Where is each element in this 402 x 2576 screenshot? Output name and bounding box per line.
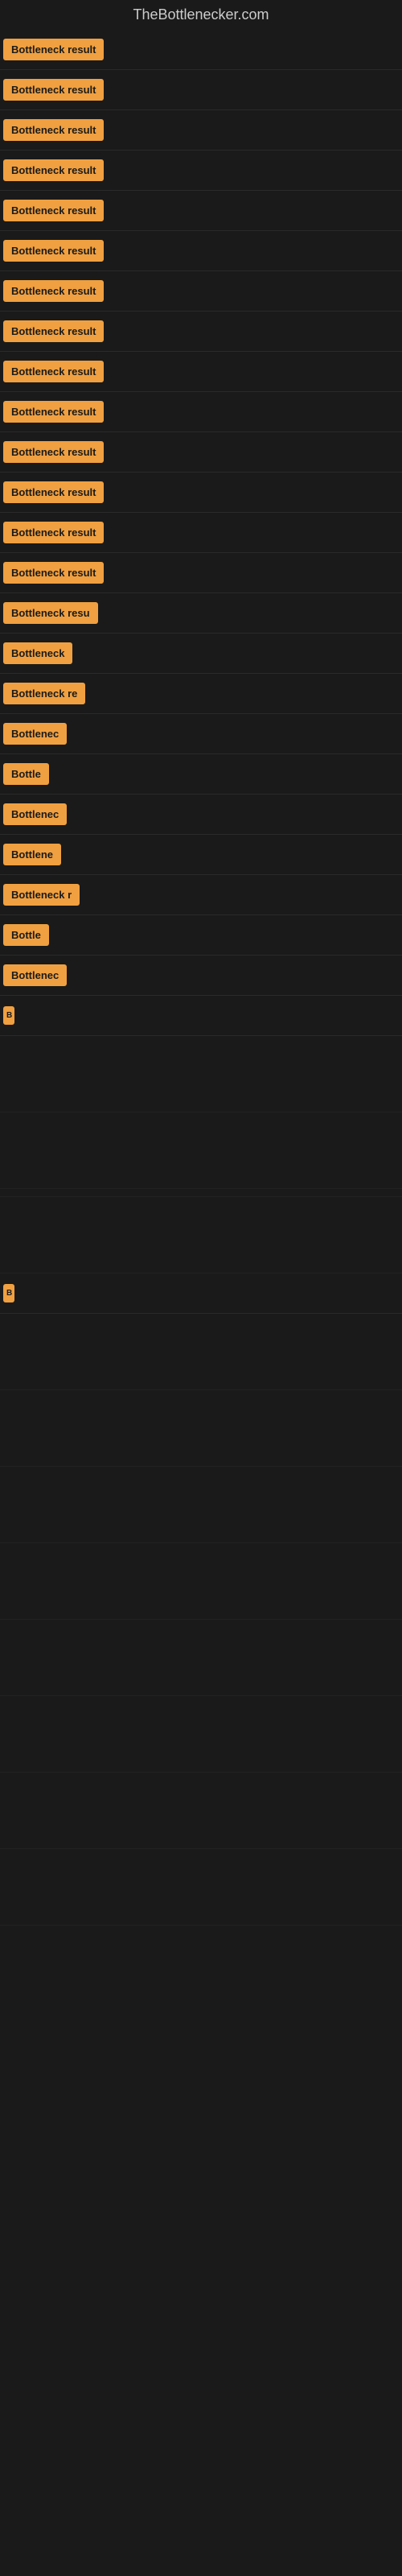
table-row: Bottleneck result <box>0 30 402 70</box>
bottleneck-badge[interactable]: B <box>3 1284 14 1302</box>
bottleneck-badge[interactable]: Bottleneck result <box>3 119 104 141</box>
bottleneck-badge[interactable]: Bottleneck <box>3 642 72 664</box>
table-row: Bottleneck result <box>0 432 402 473</box>
table-row: Bottleneck result <box>0 352 402 392</box>
bottleneck-badge[interactable]: Bottlenec <box>3 964 67 986</box>
bottleneck-badge[interactable]: Bottleneck result <box>3 240 104 262</box>
bottleneck-badge[interactable]: Bottleneck result <box>3 562 104 584</box>
bottleneck-badge[interactable]: Bottleneck re <box>3 683 85 704</box>
bottleneck-list: Bottleneck result Bottleneck result Bott… <box>0 30 402 1926</box>
empty-row <box>0 1773 402 1849</box>
site-header: TheBottlenecker.com <box>0 0 402 30</box>
empty-row <box>0 1620 402 1696</box>
bottleneck-badge[interactable]: Bottleneck result <box>3 79 104 101</box>
table-row: Bottleneck result <box>0 392 402 432</box>
empty-row <box>0 1113 402 1189</box>
bottleneck-badge[interactable]: Bottleneck result <box>3 361 104 382</box>
bottleneck-badge[interactable]: Bottleneck r <box>3 884 80 906</box>
table-row: Bottleneck re <box>0 674 402 714</box>
bottleneck-badge[interactable]: Bottlenec <box>3 723 67 745</box>
table-row: Bottleneck result <box>0 231 402 271</box>
bottleneck-badge[interactable]: Bottleneck result <box>3 441 104 463</box>
table-row: B <box>0 996 402 1036</box>
bottleneck-badge[interactable]: Bottleneck result <box>3 159 104 181</box>
empty-row <box>0 1314 402 1390</box>
bottleneck-badge[interactable]: Bottleneck result <box>3 39 104 60</box>
table-row: Bottleneck result <box>0 151 402 191</box>
table-row: Bottlene <box>0 835 402 875</box>
empty-row <box>0 1696 402 1773</box>
empty-row <box>0 1849 402 1926</box>
table-row: Bottleneck result <box>0 110 402 151</box>
bottleneck-badge[interactable]: Bottleneck result <box>3 481 104 503</box>
empty-row <box>0 1036 402 1113</box>
bottleneck-badge[interactable]: Bottlenec <box>3 803 67 825</box>
table-row: Bottleneck result <box>0 191 402 231</box>
empty-row <box>0 1197 402 1274</box>
table-row: Bottleneck result <box>0 70 402 110</box>
bottleneck-badge[interactable]: B <box>3 1006 14 1025</box>
empty-row <box>0 1390 402 1467</box>
bottleneck-badge[interactable]: Bottleneck result <box>3 401 104 423</box>
table-row: Bottleneck resu <box>0 593 402 634</box>
table-row: Bottleneck result <box>0 473 402 513</box>
table-row: Bottleneck <box>0 634 402 674</box>
bottleneck-badge[interactable]: Bottleneck result <box>3 200 104 221</box>
bottleneck-badge[interactable]: Bottlene <box>3 844 61 865</box>
table-row: Bottleneck result <box>0 513 402 553</box>
table-row: Bottleneck r <box>0 875 402 915</box>
site-title: TheBottlenecker.com <box>0 0 402 30</box>
table-row: Bottleneck result <box>0 271 402 312</box>
bottleneck-badge[interactable]: Bottle <box>3 924 49 946</box>
empty-row <box>0 1543 402 1620</box>
bottleneck-badge[interactable]: Bottleneck result <box>3 280 104 302</box>
bottleneck-badge[interactable]: Bottleneck result <box>3 320 104 342</box>
table-row: B <box>0 1274 402 1314</box>
bottleneck-badge[interactable]: Bottleneck result <box>3 522 104 543</box>
empty-row <box>0 1189 402 1197</box>
table-row: Bottlenec <box>0 795 402 835</box>
table-row: Bottleneck result <box>0 312 402 352</box>
bottleneck-badge[interactable]: Bottleneck resu <box>3 602 98 624</box>
empty-row <box>0 1467 402 1543</box>
bottleneck-badge[interactable]: Bottle <box>3 763 49 785</box>
table-row: Bottleneck result <box>0 553 402 593</box>
table-row: Bottlenec <box>0 956 402 996</box>
table-row: Bottle <box>0 915 402 956</box>
table-row: Bottlenec <box>0 714 402 754</box>
table-row: Bottle <box>0 754 402 795</box>
